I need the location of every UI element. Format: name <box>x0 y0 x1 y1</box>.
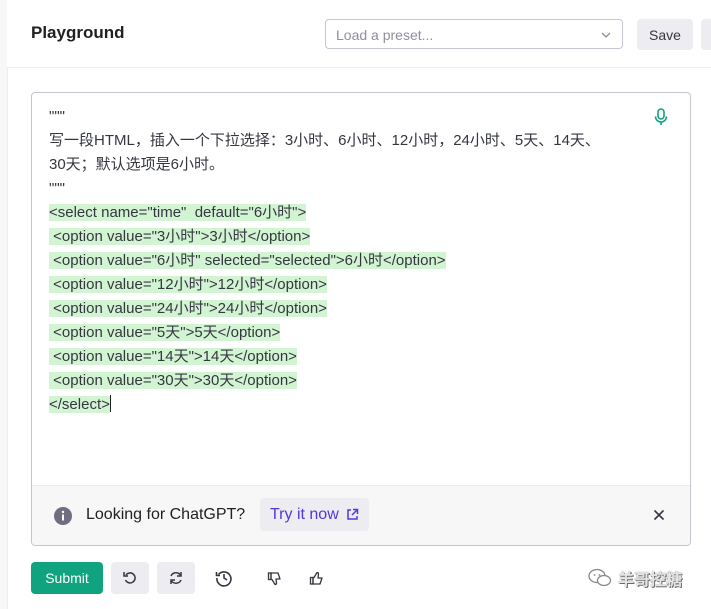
submit-button[interactable]: Submit <box>31 562 103 594</box>
undo-icon <box>123 572 136 584</box>
generated-line: <option value="3小时">3小时</option> <box>49 225 639 249</box>
history-button[interactable] <box>209 562 239 594</box>
try-it-now-button[interactable]: Try it now <box>260 498 369 531</box>
footer-toolbar: Submit 羊哥控糖 <box>0 562 711 602</box>
watermark: 羊哥控糖 <box>588 566 711 590</box>
prompt-editor[interactable]: """ 写一段HTML，插入一个下拉选择：3小时、6小时、12小时，24小时、5… <box>31 92 691 546</box>
preset-placeholder: Load a preset... <box>336 27 434 43</box>
text-caret <box>109 395 111 412</box>
left-panel-edge <box>0 0 8 609</box>
completion-text: <option value="24小时">24小时</option> <box>49 300 327 317</box>
prompt-line: 30天；默认选项是6小时。 <box>49 156 225 173</box>
thumbs-down-button[interactable] <box>259 562 289 594</box>
completion-text: <option value="12小时">12小时</option> <box>49 276 327 293</box>
header: Playground Load a preset... Save <box>7 0 711 68</box>
regenerate-icon <box>170 572 182 584</box>
generated-line: <option value="14天">14天</option> <box>49 345 639 369</box>
history-icon <box>215 571 232 587</box>
banner-text: Looking for ChatGPT? <box>86 506 246 523</box>
prompt-line: """ <box>49 108 65 125</box>
completion-text: <option value="6小时" selected="selected">… <box>49 252 446 269</box>
save-button[interactable]: Save <box>637 19 693 50</box>
completion-text: <select name="time" default="6小时"> <box>49 204 307 221</box>
close-icon[interactable] <box>653 509 665 521</box>
completion-text: <option value="5天">5天</option> <box>49 324 281 341</box>
generated-line: <option value="30天">30天</option> <box>49 369 639 393</box>
chatgpt-banner: Looking for ChatGPT? Try it now <box>32 485 690 545</box>
generated-line: <option value="6小时" selected="selected">… <box>49 249 639 273</box>
completion-text: </select> <box>49 396 110 413</box>
wechat-icon <box>588 568 612 587</box>
preset-select[interactable]: Load a preset... <box>325 19 623 49</box>
watermark-text: 羊哥控糖 <box>618 572 683 589</box>
page-title: Playground <box>31 23 125 42</box>
more-button[interactable] <box>701 19 711 50</box>
chevron-down-icon <box>601 32 611 38</box>
generated-line: <select name="time" default="6小时"> <box>49 201 639 225</box>
external-link-icon <box>347 508 358 520</box>
completion-text: <option value="3小时">3小时</option> <box>49 228 311 245</box>
generated-line: <option value="24小时">24小时</option> <box>49 297 639 321</box>
thumbs-down-icon <box>267 571 281 585</box>
completion-text: <option value="30天">30天</option> <box>49 372 297 389</box>
undo-button[interactable] <box>111 562 149 594</box>
try-it-now-label: Try it now <box>270 505 339 523</box>
info-icon <box>54 507 72 525</box>
prompt-text: """ 写一段HTML，插入一个下拉选择：3小时、6小时、12小时，24小时、5… <box>49 105 639 417</box>
thumbs-up-icon <box>309 571 323 585</box>
generated-line: <option value="5天">5天</option> <box>49 321 639 345</box>
thumbs-up-button[interactable] <box>301 562 331 594</box>
generated-line: <option value="12小时">12小时</option> <box>49 273 639 297</box>
regenerate-button[interactable] <box>157 562 195 594</box>
completion-text: <option value="14天">14天</option> <box>49 348 297 365</box>
generated-line: </select> <box>49 393 639 417</box>
prompt-line: 写一段HTML，插入一个下拉选择：3小时、6小时、12小时，24小时、5天、14… <box>49 132 600 149</box>
microphone-icon[interactable] <box>653 108 669 126</box>
prompt-line: """ <box>49 180 65 197</box>
